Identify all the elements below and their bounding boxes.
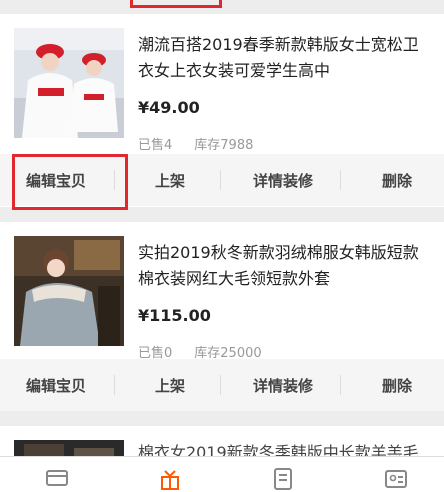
product-price: ¥115.00: [138, 306, 211, 325]
delete-product-button[interactable]: 删除: [366, 375, 428, 396]
list-product-button[interactable]: 上架: [133, 170, 207, 191]
detail-decorate-button[interactable]: 详情装修: [236, 375, 330, 396]
stock-count: 库存7988: [194, 138, 254, 153]
list-product-button[interactable]: 上架: [133, 375, 207, 396]
product-card[interactable]: 潮流百搭2019春季新款韩版女士宽松卫衣女上衣女装可爱学生高中 ¥49.00 已…: [0, 14, 444, 210]
divider: [220, 375, 221, 395]
bottom-tab-bar: [0, 456, 444, 492]
highlight-box-edit: [12, 154, 128, 210]
gift-icon[interactable]: [157, 465, 183, 491]
orders-icon[interactable]: [270, 465, 296, 491]
product-stats: 已售4 库存7988: [138, 134, 275, 153]
action-bar: 编辑宝贝 上架 详情装修 删除: [0, 154, 444, 210]
detail-decorate-button[interactable]: 详情装修: [236, 170, 330, 191]
product-card[interactable]: 实拍2019秋冬新款羽绒棉服女韩版短款棉衣装网红大毛领短款外套 ¥115.00 …: [0, 222, 444, 411]
product-thumbnail[interactable]: [14, 28, 124, 138]
highlight-box-top: [130, 0, 222, 8]
divider: [114, 375, 115, 395]
divider: [340, 170, 341, 190]
action-bar: 编辑宝贝 上架 详情装修 删除: [0, 359, 444, 411]
store-icon[interactable]: [44, 465, 70, 491]
delete-product-button[interactable]: 删除: [366, 170, 428, 191]
edit-product-button[interactable]: 编辑宝贝: [12, 375, 100, 396]
divider: [340, 375, 341, 395]
top-strip: [0, 0, 444, 14]
product-title[interactable]: 潮流百搭2019春季新款韩版女士宽松卫衣女上衣女装可爱学生高中: [138, 32, 434, 84]
sold-count: 已售4: [138, 138, 173, 153]
divider: [220, 170, 221, 190]
product-price: ¥49.00: [138, 98, 200, 117]
profile-card-icon[interactable]: [383, 465, 409, 491]
product-thumbnail[interactable]: [14, 236, 124, 346]
product-title[interactable]: 实拍2019秋冬新款羽绒棉服女韩版短款棉衣装网红大毛领短款外套: [138, 240, 434, 292]
